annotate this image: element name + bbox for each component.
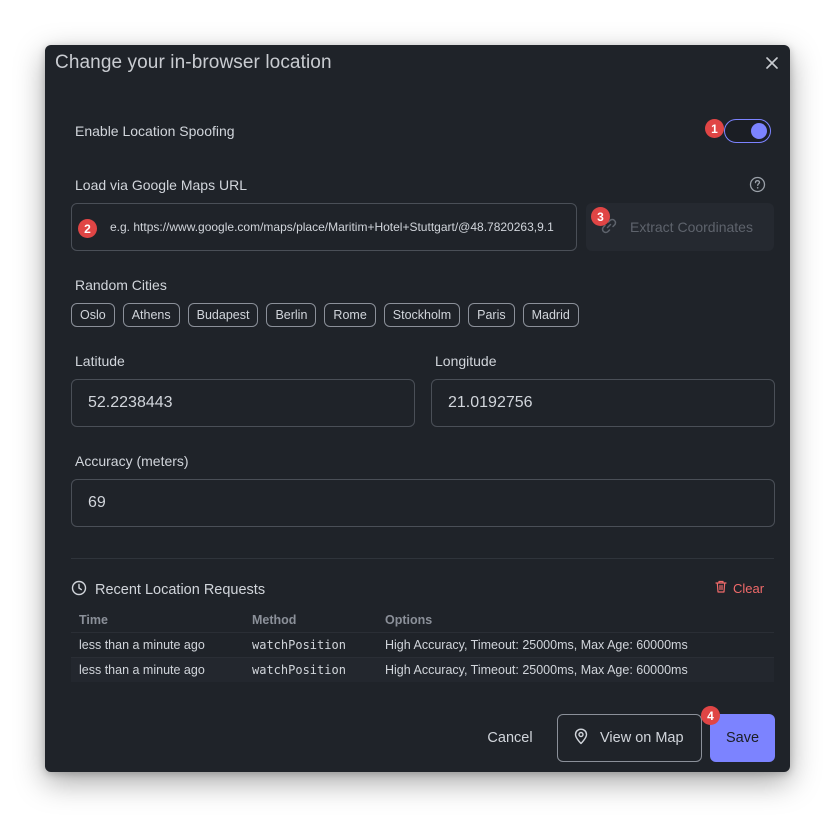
column-header-time: Time: [79, 613, 108, 627]
cancel-button[interactable]: Cancel: [475, 714, 545, 762]
recent-requests-title: Recent Location Requests: [95, 582, 266, 598]
help-icon[interactable]: [749, 176, 766, 193]
annotation-badge-2: 2: [78, 219, 97, 238]
city-chip-stockholm[interactable]: Stockholm: [383, 303, 461, 327]
maps-url-placeholder: e.g. https://www.google.com/maps/place/M…: [110, 220, 554, 234]
table-row: less than a minute ago watchPosition Hig…: [71, 657, 774, 682]
latitude-label: Latitude: [75, 353, 125, 369]
close-icon[interactable]: [762, 53, 782, 73]
clock-icon: [71, 580, 87, 600]
city-chip-athens[interactable]: Athens: [122, 303, 180, 327]
cell-options: High Accuracy, Timeout: 25000ms, Max Age…: [385, 663, 688, 677]
dialog-title: Change your in-browser location: [55, 52, 332, 73]
maps-url-label: Load via Google Maps URL: [75, 177, 247, 193]
table-row: less than a minute ago watchPosition Hig…: [71, 632, 774, 657]
extract-coordinates-button[interactable]: Extract Coordinates: [586, 203, 774, 251]
location-dialog: Change your in-browser location Enable L…: [45, 45, 790, 772]
annotation-badge-3: 3: [591, 207, 610, 226]
city-chip-oslo[interactable]: Oslo: [71, 303, 115, 327]
longitude-input[interactable]: 21.0192756: [431, 379, 775, 427]
map-pin-icon: [574, 728, 588, 749]
view-on-map-label: View on Map: [600, 730, 684, 746]
section-divider: [71, 558, 774, 559]
maps-url-input[interactable]: e.g. https://www.google.com/maps/place/M…: [71, 203, 577, 251]
view-on-map-button[interactable]: View on Map: [557, 714, 702, 762]
clear-label: Clear: [733, 580, 765, 596]
city-chip-paris[interactable]: Paris: [468, 303, 515, 327]
annotation-badge-4: 4: [701, 706, 720, 725]
city-chip-rome[interactable]: Rome: [324, 303, 376, 327]
trash-icon: [715, 580, 727, 596]
column-header-options: Options: [385, 613, 433, 627]
clear-button[interactable]: Clear: [715, 580, 764, 596]
city-chip-madrid[interactable]: Madrid: [522, 303, 579, 327]
accuracy-label: Accuracy (meters): [75, 453, 189, 469]
cell-time: less than a minute ago: [79, 663, 205, 677]
column-header-method: Method: [252, 613, 297, 627]
spoofing-label: Enable Location Spoofing: [75, 123, 235, 139]
accuracy-input[interactable]: 69: [71, 479, 775, 527]
cell-time: less than a minute ago: [79, 638, 205, 652]
spoofing-toggle[interactable]: [724, 119, 771, 143]
annotation-badge-1: 1: [705, 119, 724, 138]
cell-options: High Accuracy, Timeout: 25000ms, Max Age…: [385, 638, 688, 652]
table-header-row: Time Method Options: [71, 608, 774, 632]
save-button[interactable]: Save: [710, 714, 775, 762]
latitude-input[interactable]: 52.2238443: [71, 379, 415, 427]
recent-requests-header: Recent Location Requests: [71, 580, 265, 600]
toggle-knob: [751, 123, 767, 139]
extract-label: Extract Coordinates: [630, 219, 753, 235]
city-chips: Oslo Athens Budapest Berlin Rome Stockho…: [71, 303, 579, 327]
longitude-label: Longitude: [435, 353, 497, 369]
city-chip-budapest[interactable]: Budapest: [187, 303, 259, 327]
random-cities-label: Random Cities: [75, 277, 167, 293]
city-chip-berlin[interactable]: Berlin: [266, 303, 317, 327]
recent-requests-table: Time Method Options less than a minute a…: [71, 608, 774, 682]
cell-method: watchPosition: [252, 638, 346, 652]
cell-method: watchPosition: [252, 663, 346, 677]
